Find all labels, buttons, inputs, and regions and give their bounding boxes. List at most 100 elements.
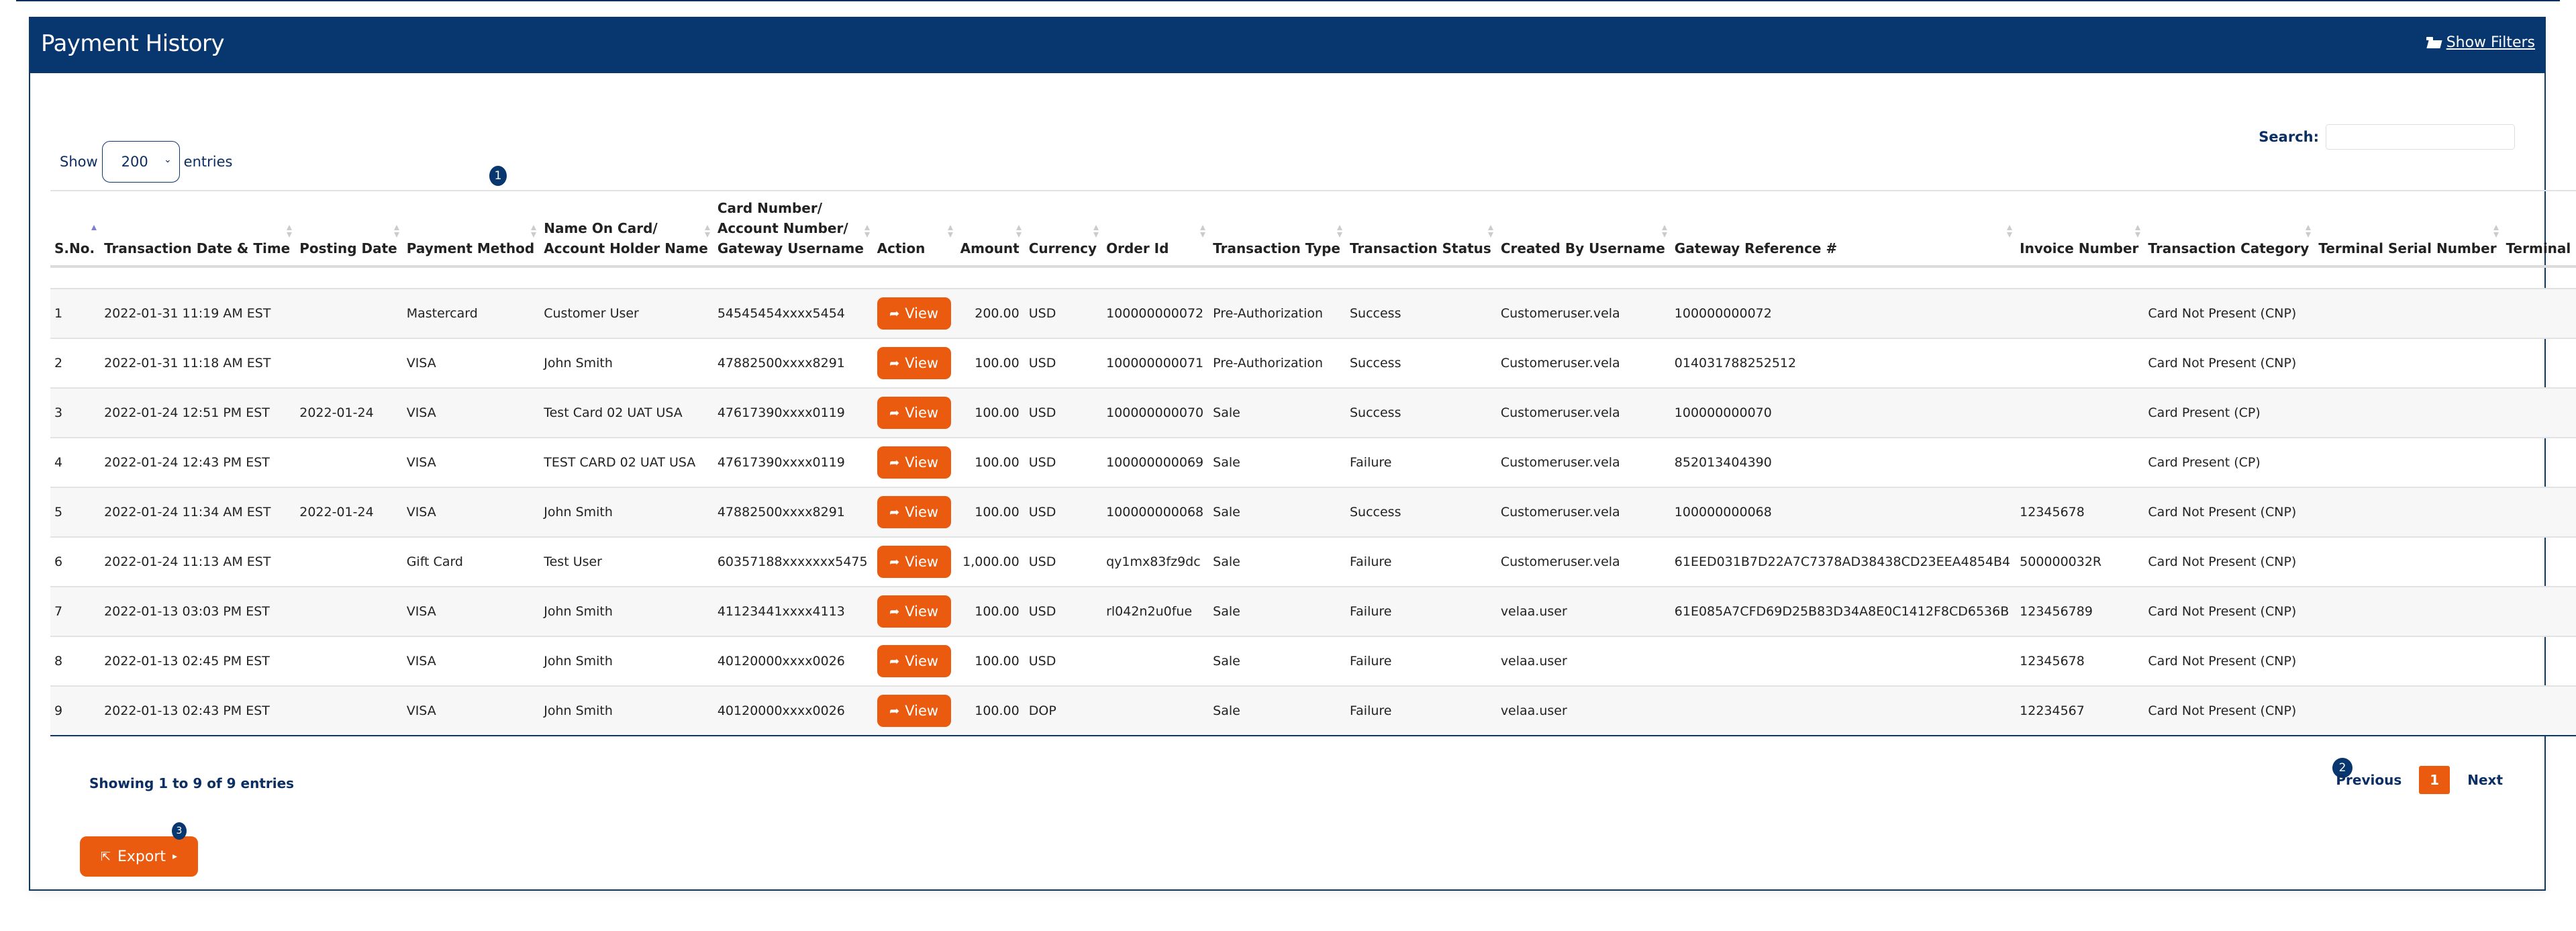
cell-amount: 100.00 [956, 338, 1025, 389]
cell-sno: 4 [50, 438, 101, 488]
cell-gateway-ref: 61EED031B7D22A7C7378AD38438CD23EEA4854B4 [1670, 537, 2016, 587]
view-button[interactable]: ➦ View [877, 595, 951, 628]
export-button[interactable]: ⇱ Export ▸ [80, 836, 198, 877]
cell-action: ➦ View [873, 686, 956, 736]
cell-datetime: 2022-01-24 12:51 PM EST [100, 388, 296, 438]
cell-entry-mode [2501, 388, 2576, 438]
column-header-label: Currency [1028, 240, 1097, 256]
cell-entry-mode [2501, 686, 2576, 736]
cell-card: 41123441xxxx4113 [713, 587, 873, 637]
payment-history-table: S.No. Transaction Date & Time Posting Date… [50, 190, 2576, 736]
column-header-gateway-ref[interactable]: Gateway Reference # [1670, 191, 2016, 268]
sort-both-icon [864, 225, 871, 240]
column-header-status[interactable]: Transaction Status [1345, 191, 1497, 268]
column-header-card[interactable]: Card Number/Account Number/Gateway Usern… [713, 191, 873, 268]
column-header-category[interactable]: Transaction Category [2144, 191, 2315, 268]
cell-datetime: 2022-01-24 11:34 AM EST [100, 487, 296, 538]
table-row: 1 2022-01-31 11:19 AM EST Mastercard Custom… [50, 289, 2576, 339]
cell-order: 100000000069 [1102, 438, 1209, 488]
cell-card: 47617390xxxx0119 [713, 388, 873, 438]
cell-currency: USD [1024, 487, 1103, 538]
cell-method: Mastercard [402, 289, 540, 339]
view-button[interactable]: ➦ View [877, 695, 951, 727]
sort-both-icon [1015, 225, 1022, 240]
view-button[interactable]: ➦ View [877, 347, 951, 379]
column-header-amount[interactable]: Amount [956, 191, 1025, 268]
column-header-entry-mode[interactable]: Terminal Entry Mode [2501, 191, 2576, 268]
share-arrow-icon: ➦ [889, 405, 900, 420]
cell-posting: 2022-01-24 [295, 388, 403, 438]
cell-method: VISA [402, 686, 540, 736]
view-button[interactable]: ➦ View [877, 645, 951, 677]
cell-entry-mode [2501, 487, 2576, 538]
show-filters-label: Show Filters [2446, 34, 2535, 51]
sort-asc-icon [91, 225, 97, 240]
cell-name: John Smith [540, 686, 713, 736]
column-header-created-by[interactable]: Created By Username [1496, 191, 1671, 268]
entries-label: entries [183, 154, 233, 170]
page-button-current[interactable]: 1 [2419, 766, 2450, 794]
column-header-order[interactable]: Order Id [1102, 191, 1209, 268]
column-header-invoice[interactable]: Invoice Number [2016, 191, 2144, 268]
search-input[interactable] [2326, 124, 2515, 150]
cell-amount: 100.00 [956, 636, 1025, 687]
view-label: View [905, 653, 939, 669]
share-arrow-icon: ➦ [889, 654, 900, 669]
share-arrow-icon: ➦ [889, 604, 900, 619]
sort-both-icon [1093, 225, 1099, 240]
cell-action: ➦ View [873, 438, 956, 488]
sort-both-icon [286, 225, 293, 240]
column-header-label: Transaction Category [2148, 240, 2310, 256]
view-button[interactable]: ➦ View [877, 446, 951, 479]
cell-datetime: 2022-01-24 11:13 AM EST [100, 537, 296, 587]
cell-created-by: Customeruser.vela [1496, 338, 1671, 389]
cell-method: VISA [402, 636, 540, 687]
cell-category: Card Not Present (CNP) [2144, 686, 2315, 736]
page-title: Payment History [41, 30, 225, 57]
previous-page-button[interactable]: Previous [2336, 772, 2401, 788]
column-header-method[interactable]: Payment Method [402, 191, 540, 268]
cell-type: Sale [1209, 487, 1346, 538]
cell-gateway-ref: 014031788252512 [1670, 338, 2016, 389]
column-header-datetime[interactable]: Transaction Date & Time [100, 191, 296, 268]
column-header-sno[interactable]: S.No. [50, 191, 101, 268]
payment-history-panel: Payment History Show Filters Show 200 ⌄ … [29, 17, 2576, 891]
cell-category: Card Not Present (CNP) [2144, 537, 2315, 587]
column-header-serial[interactable]: Terminal Serial Number [2314, 191, 2502, 268]
share-arrow-icon: ➦ [889, 306, 900, 321]
column-header-label: Transaction Date & Time [104, 240, 291, 256]
cell-order: 100000000072 [1102, 289, 1209, 339]
column-header-label: Account Holder Name [544, 240, 708, 256]
sort-both-icon [2134, 225, 2141, 240]
entries-per-page-select[interactable]: 200 [101, 141, 180, 183]
cell-serial [2314, 487, 2502, 538]
cell-currency: USD [1024, 289, 1103, 339]
column-header-posting[interactable]: Posting Date [295, 191, 403, 268]
cell-name: John Smith [540, 587, 713, 637]
next-page-button[interactable]: Next [2467, 772, 2503, 788]
cell-datetime: 2022-01-13 02:45 PM EST [100, 636, 296, 687]
cell-posting [295, 686, 403, 736]
column-header-type[interactable]: Transaction Type [1209, 191, 1346, 268]
column-header-label: Order Id [1106, 240, 1169, 256]
column-header-label: S.No. [54, 240, 95, 256]
column-header-currency[interactable]: Currency [1024, 191, 1103, 268]
view-button[interactable]: ➦ View [877, 397, 951, 429]
cell-serial [2314, 438, 2502, 488]
column-header-name[interactable]: Name On Card/Account Holder Name [540, 191, 713, 268]
cell-entry-mode [2501, 338, 2576, 389]
cell-status: Failure [1345, 537, 1497, 587]
show-filters-link[interactable]: Show Filters [2426, 34, 2535, 51]
sort-both-icon [2305, 225, 2312, 240]
view-button[interactable]: ➦ View [877, 546, 951, 578]
view-label: View [905, 703, 939, 719]
view-label: View [905, 554, 939, 570]
view-button[interactable]: ➦ View [877, 496, 951, 528]
cell-sno: 6 [50, 537, 101, 587]
view-button[interactable]: ➦ View [877, 297, 951, 330]
cell-posting [295, 438, 403, 488]
column-header-action[interactable]: Action [873, 191, 956, 268]
cell-name: TEST CARD 02 UAT USA [540, 438, 713, 488]
cell-gateway-ref: 852013404390 [1670, 438, 2016, 488]
table-row: 9 2022-01-13 02:43 PM EST VISA John Smith 40… [50, 686, 2576, 736]
